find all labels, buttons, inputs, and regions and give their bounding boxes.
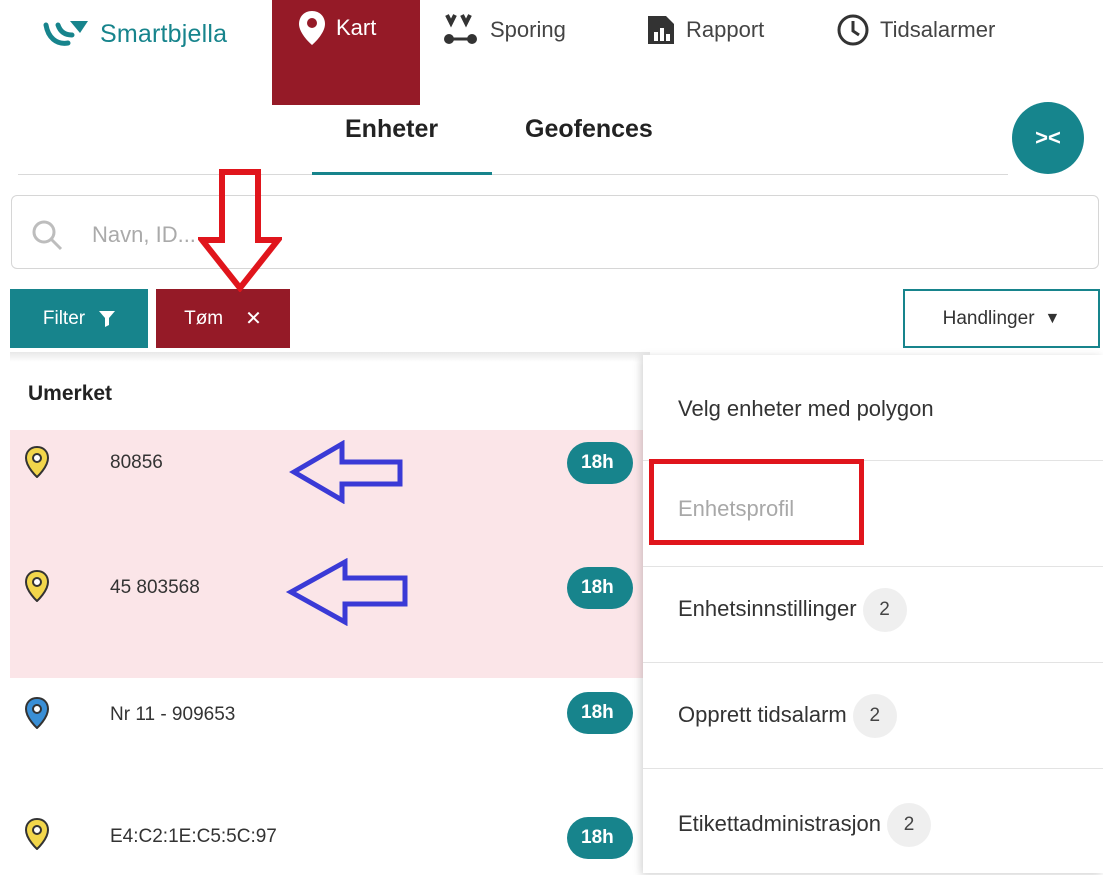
nav-item-kart[interactable]: Kart	[272, 0, 420, 105]
group-title: Umerket	[28, 382, 113, 405]
annotation-highlight-box	[649, 459, 864, 545]
menu-item-select-polygon[interactable]: Velg enheter med polygon	[643, 355, 1103, 461]
report-icon	[646, 14, 676, 46]
menu-item-content: Opprett tidsalarm 2	[678, 694, 897, 738]
annotation-left-arrow-icon	[285, 558, 408, 626]
actions-menu: Velg enheter med polygon Enhetsprofil En…	[643, 355, 1103, 873]
unit-name: E4:C2:1E:C5:5C:97	[110, 826, 277, 847]
search-placeholder: Navn, ID...	[92, 222, 196, 247]
unit-name: Nr 11 - 909653	[110, 704, 236, 725]
menu-item-content: Etikettadministrasjon 2	[678, 803, 931, 847]
menu-item-unit-settings[interactable]: Enhetsinnstillinger 2	[643, 557, 1103, 663]
tab-geofences[interactable]: Geofences	[525, 115, 653, 144]
caret-down-icon: ▼	[1044, 309, 1061, 327]
annotation-down-arrow-icon	[198, 169, 282, 292]
close-icon: ✕	[245, 308, 262, 330]
map-pin-icon	[25, 570, 49, 602]
nav-item-label: Rapport	[686, 17, 765, 42]
menu-item-label: Velg enheter med polygon	[678, 396, 934, 421]
menu-item-content: Enhetsinnstillinger 2	[678, 588, 907, 632]
nav-item-rapport[interactable]: Rapport	[646, 0, 764, 60]
selection-count-badge: 2	[862, 588, 907, 632]
selection-count-badge: 2	[886, 803, 931, 847]
nav-item-sporing[interactable]: Sporing	[442, 0, 566, 60]
filter-icon	[99, 310, 116, 327]
last-seen-badge: 18h	[567, 692, 633, 734]
menu-item-create-time-alarm[interactable]: Opprett tidsalarm 2	[643, 663, 1103, 769]
nav-item-label: Sporing	[490, 17, 566, 42]
nav-item-label: Kart	[336, 15, 377, 40]
unit-name: 45 803568	[110, 577, 200, 598]
menu-item-label: Enhetsinnstillinger	[678, 595, 857, 621]
actions-label: Handlinger	[942, 307, 1035, 329]
menu-item-tag-admin[interactable]: Etikettadministrasjon 2	[643, 769, 1103, 875]
map-pin-icon	[25, 697, 49, 729]
menu-item-label: Opprett tidsalarm	[678, 701, 847, 727]
logo-icon	[43, 21, 88, 46]
filter-button[interactable]: Filter	[10, 289, 148, 348]
clock-icon	[836, 13, 870, 47]
annotation-left-arrow-icon	[289, 440, 403, 504]
nav-item-label: Tidsalarmer	[880, 17, 996, 42]
clear-label: Tøm	[184, 307, 224, 329]
last-seen-badge: 18h	[567, 442, 633, 484]
map-pin-icon	[25, 446, 49, 478]
actions-dropdown-button[interactable]: Handlinger ▼	[903, 289, 1100, 348]
smartbjella-logo[interactable]: Smartbjella	[40, 14, 227, 54]
selection-count-badge: 2	[852, 694, 897, 738]
unit-name: 80856	[110, 452, 163, 473]
logo-text: Smartbjella	[100, 19, 228, 48]
menu-item-label: Etikettadministrasjon	[678, 810, 881, 836]
last-seen-badge: 18h	[567, 567, 633, 609]
filter-label: Filter	[42, 307, 86, 329]
clear-filter-button[interactable]: Tøm ✕	[156, 289, 290, 348]
search-icon	[30, 218, 64, 257]
nav-item-tidsalarmer[interactable]: Tidsalarmer	[836, 0, 995, 60]
tab-enheter[interactable]: Enheter	[345, 115, 438, 144]
map-pin-icon	[298, 10, 326, 46]
list-top-shadow	[10, 352, 650, 362]
route-icon	[442, 13, 480, 47]
collapse-panel-button[interactable]: ><	[1012, 102, 1084, 174]
last-seen-badge: 18h	[567, 817, 633, 859]
active-tab-indicator	[312, 172, 492, 175]
tab-divider	[18, 174, 1008, 175]
map-pin-icon	[25, 818, 49, 850]
collapse-icon: ><	[1035, 125, 1061, 150]
